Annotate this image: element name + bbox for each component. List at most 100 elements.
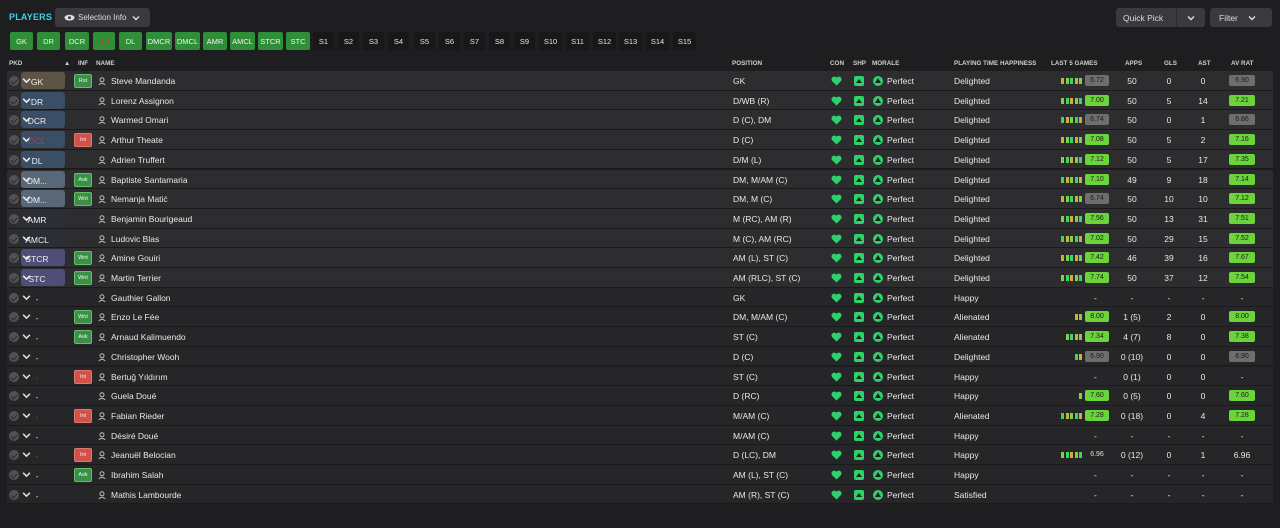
table-row[interactable]: DM... Ask Baptiste Santamaria DM, M/AM (C) P… (7, 169, 1273, 190)
selection-dropdown[interactable]: - (21, 427, 65, 444)
table-row[interactable]: DCR Warmed Omari D (C), DM Perfect Delighted… (7, 110, 1273, 131)
player-name[interactable]: Warmed Omari (111, 115, 168, 125)
position-chip-s10[interactable]: S10 (539, 32, 562, 50)
picked-check-icon[interactable] (9, 194, 19, 205)
player-name[interactable]: Benjamin Bourigeaud (111, 214, 192, 224)
position-chip-dmcl[interactable]: DMCL (175, 32, 200, 50)
player-name[interactable]: Mathis Lambourde (111, 490, 181, 500)
selection-dropdown[interactable]: - (21, 407, 65, 424)
position-chip-s8[interactable]: S8 (489, 32, 510, 50)
picked-check-icon[interactable] (9, 470, 19, 480)
table-row[interactable]: - Gauthier Gallon GK Perfect Happy - - - - - (7, 287, 1273, 308)
player-name[interactable]: Steve Mandanda (111, 76, 175, 86)
table-row[interactable]: DR Lorenz Assignon D/WB (R) Perfect Delighte… (7, 90, 1273, 111)
selection-dropdown[interactable]: AMCL (21, 229, 65, 247)
position-chip-dcl[interactable]: DCL (93, 32, 115, 50)
picked-check-icon[interactable] (9, 174, 19, 185)
selection-dropdown[interactable]: - (21, 486, 65, 503)
col-con[interactable]: CON (830, 60, 844, 67)
picked-check-icon[interactable] (9, 115, 19, 126)
position-chip-s13[interactable]: S13 (619, 32, 642, 50)
table-row[interactable]: - Mathis Lambourde AM (R), ST (C) Perfect Sa… (7, 484, 1273, 505)
picked-check-icon[interactable] (9, 312, 19, 323)
position-chip-s9[interactable]: S9 (514, 32, 535, 50)
selection-dropdown[interactable]: - (21, 308, 65, 325)
table-row[interactable]: AMR Benjamin Bourigeaud M (RC), AM (R) Perf… (7, 208, 1273, 229)
table-row[interactable]: DM... Wnt Nemanja Matić DM, M (C) Perfect Del… (7, 189, 1273, 209)
player-name[interactable]: Désiré Doué (111, 431, 158, 441)
quick-pick-button[interactable]: Quick Pick (1116, 8, 1205, 27)
picked-check-icon[interactable] (9, 135, 19, 146)
selection-dropdown[interactable]: - (21, 387, 65, 404)
position-chip-gk[interactable]: GK (10, 32, 33, 50)
col-avrat[interactable]: AV RAT (1231, 60, 1254, 67)
table-row[interactable]: - Ask Arnaud Kalimuendo ST (C) Perfect Aliena… (7, 327, 1273, 347)
table-row[interactable]: - Wnt Enzo Le Fée DM, M/AM (C) Perfect Aliena… (7, 307, 1273, 328)
selection-dropdown[interactable]: GK (21, 72, 65, 89)
col-position[interactable]: POSITION (732, 60, 762, 67)
selection-dropdown[interactable]: - (21, 328, 65, 345)
col-playing-time-happiness[interactable]: PLAYING TIME HAPPINESS (954, 60, 1036, 67)
table-row[interactable]: GK Rst Steve Mandanda GK Perfect Delighted 6.7… (7, 71, 1273, 91)
col-last5[interactable]: LAST 5 GAMES (1051, 60, 1098, 67)
selection-dropdown[interactable]: AMR (21, 209, 65, 227)
picked-check-icon[interactable] (9, 154, 19, 165)
position-chip-amcl[interactable]: AMCL (230, 32, 255, 50)
selection-dropdown[interactable]: - (21, 289, 65, 306)
table-row[interactable]: - Ask Ibrahim Salah AM (L), ST (C) Perfect Ha… (7, 465, 1273, 485)
table-row[interactable]: STCR Wnt Amine Gouiri AM (L), ST (C) Perfect… (7, 248, 1273, 268)
selection-dropdown[interactable]: STCR (21, 249, 65, 267)
selection-info-button[interactable]: Selection Info (55, 8, 150, 27)
col-morale[interactable]: MORALE (872, 60, 899, 67)
player-name[interactable]: Ludovic Blas (111, 234, 159, 244)
position-chip-s11[interactable]: S11 (566, 32, 589, 50)
table-row[interactable]: STC Wnt Martin Terrier AM (RLC), ST (C) Perf… (7, 268, 1273, 288)
col-name[interactable]: NAME (96, 60, 115, 67)
table-row[interactable]: DL Adrien Truffert D/M (L) Perfect Delighted… (7, 149, 1273, 170)
selection-dropdown[interactable]: - (21, 466, 65, 483)
selection-dropdown[interactable]: DM... (21, 170, 65, 188)
position-chip-dcr[interactable]: DCR (65, 32, 89, 50)
position-chip-s12[interactable]: S12 (593, 32, 616, 50)
player-name[interactable]: Martin Terrier (111, 273, 161, 283)
table-row[interactable]: - Int Jeanuël Belocian D (LC), DM Perfect Hap… (7, 445, 1273, 465)
picked-check-icon[interactable] (9, 76, 19, 86)
picked-check-icon[interactable] (9, 292, 19, 303)
picked-check-icon[interactable] (9, 489, 19, 500)
position-chip-s6[interactable]: S6 (439, 32, 460, 50)
selection-dropdown[interactable]: DCR (21, 111, 65, 129)
position-chip-s14[interactable]: S14 (646, 32, 669, 50)
player-name[interactable]: Amine Gouiri (111, 253, 160, 263)
table-row[interactable]: DCL Int Arthur Theate D (C) Perfect Delighted… (7, 130, 1273, 150)
picked-check-icon[interactable] (9, 371, 19, 382)
selection-dropdown[interactable]: - (21, 368, 65, 385)
player-name[interactable]: Enzo Le Fée (111, 312, 159, 322)
position-chip-stc[interactable]: STC (286, 32, 310, 50)
selection-dropdown[interactable]: - (21, 446, 65, 463)
picked-check-icon[interactable] (9, 351, 19, 362)
position-chip-s15[interactable]: S15 (673, 32, 696, 50)
player-name[interactable]: Arthur Theate (111, 135, 163, 145)
picked-check-icon[interactable] (9, 430, 19, 441)
table-row[interactable]: - Désiré Doué M/AM (C) Perfect Happy - - - - - (7, 425, 1273, 446)
position-chip-dr[interactable]: DR (37, 32, 60, 50)
position-chip-s3[interactable]: S3 (363, 32, 384, 50)
picked-check-icon[interactable] (9, 95, 19, 106)
selection-dropdown[interactable]: - (21, 348, 65, 365)
chevron-down-icon[interactable] (1187, 14, 1195, 22)
sort-arrow-icon[interactable]: ▲ (64, 60, 70, 67)
player-name[interactable]: Bertuğ Yıldırım (111, 372, 168, 382)
position-chip-s7[interactable]: S7 (464, 32, 485, 50)
table-row[interactable]: - Christopher Wooh D (C) Perfect Delighted 6.… (7, 346, 1273, 367)
player-name[interactable]: Guela Doué (111, 391, 156, 401)
player-name[interactable]: Jeanuël Belocian (111, 450, 176, 460)
col-shp[interactable]: SHP (853, 60, 866, 67)
player-name[interactable]: Ibrahim Salah (111, 470, 163, 480)
selection-dropdown[interactable]: DL (21, 150, 65, 168)
player-name[interactable]: Nemanja Matić (111, 194, 168, 204)
position-chip-dl[interactable]: DL (119, 32, 142, 50)
picked-check-icon[interactable] (9, 273, 19, 283)
picked-check-icon[interactable] (9, 253, 19, 264)
player-name[interactable]: Christopher Wooh (111, 352, 179, 362)
table-row[interactable]: - Guela Doué D (RC) Perfect Happy 7.60 0 (5) 0 0… (7, 386, 1273, 406)
